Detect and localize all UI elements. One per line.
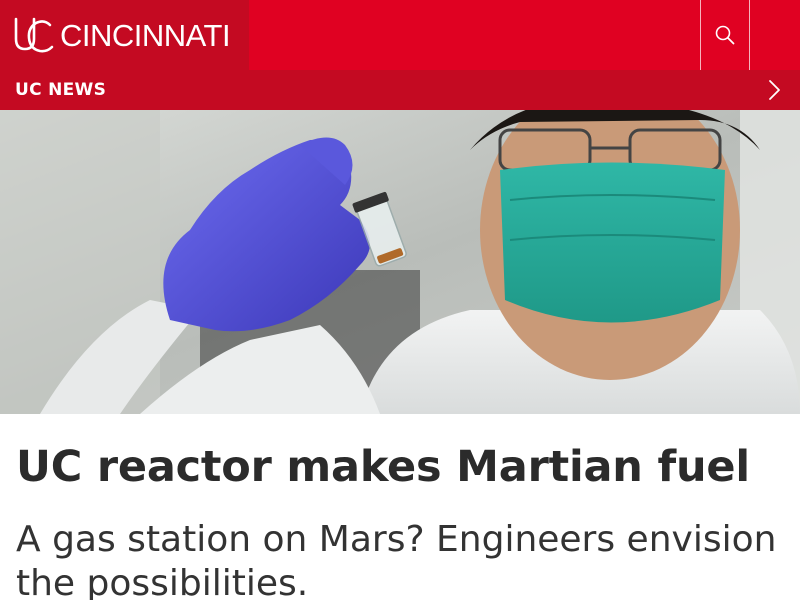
uc-logo-icon (14, 17, 54, 53)
article-subhead: A gas station on Mars? Engineers envisio… (16, 519, 777, 600)
section-nav-bar[interactable]: UC NEWS (0, 70, 800, 110)
chevron-right-icon[interactable] (764, 79, 784, 101)
hero-photo-illustration (0, 110, 800, 414)
hero-photo (0, 110, 800, 414)
menu-button[interactable] (750, 0, 800, 70)
site-header: CINCINNATI (0, 0, 800, 70)
search-button[interactable] (700, 0, 750, 70)
section-title: UC NEWS (15, 80, 107, 100)
uc-logo-link[interactable]: CINCINNATI (0, 0, 249, 70)
article-headline: UC reactor makes Martian fuel (16, 442, 750, 492)
search-icon (715, 25, 735, 45)
logo-wordmark: CINCINNATI (60, 18, 231, 53)
